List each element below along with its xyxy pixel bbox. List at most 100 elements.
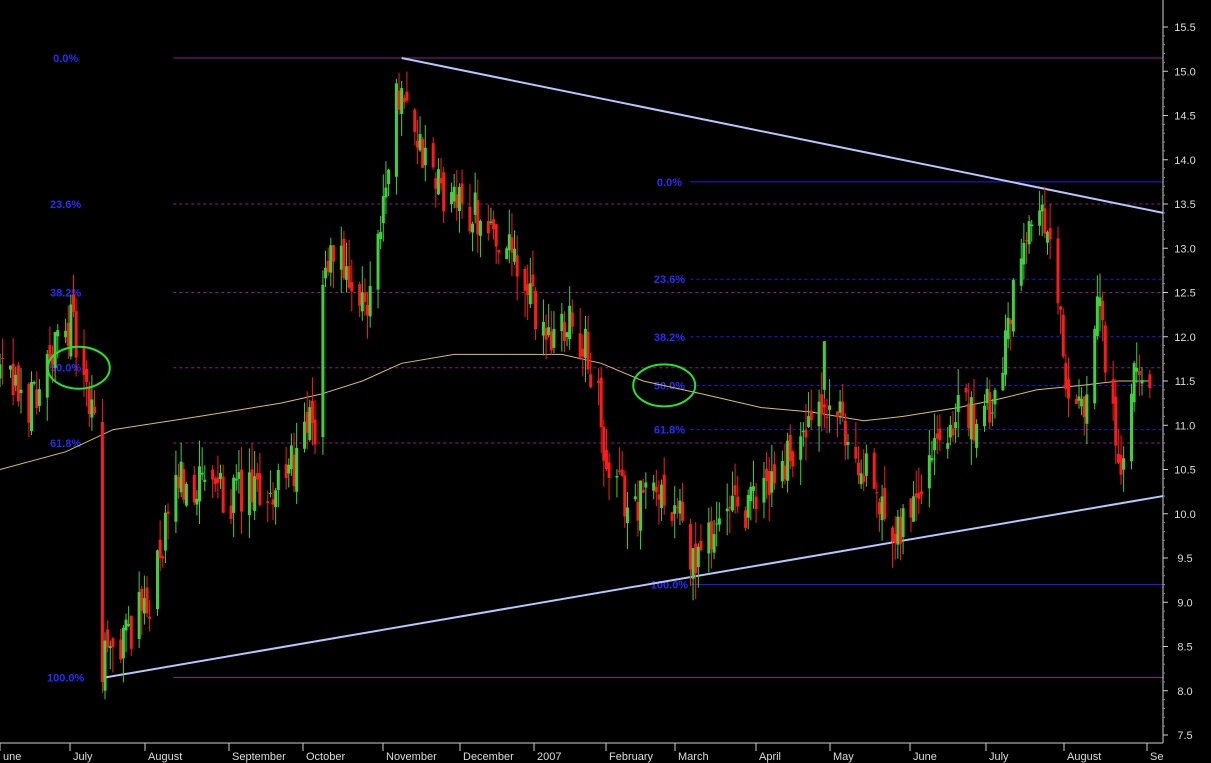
candle-up xyxy=(321,284,325,438)
candle-up xyxy=(880,496,884,521)
candle-up xyxy=(1080,398,1084,407)
candle-up xyxy=(45,354,49,398)
candle-down xyxy=(119,639,123,660)
candle-up xyxy=(982,405,986,427)
candle-up xyxy=(142,598,146,614)
fib-level-label: 23.6% xyxy=(654,274,685,286)
candle-up xyxy=(329,245,333,273)
candle-down xyxy=(597,380,601,383)
candle-down xyxy=(1061,314,1065,357)
candle-up xyxy=(345,266,349,280)
candle-down xyxy=(825,416,829,418)
candle-down xyxy=(166,511,170,514)
candle-up xyxy=(37,389,41,406)
x-tick-label: November xyxy=(386,751,437,763)
candle-down xyxy=(342,238,346,279)
candle-down xyxy=(967,403,971,429)
candle-down xyxy=(1148,374,1152,389)
candle-up xyxy=(513,248,517,262)
candle-up xyxy=(770,471,774,493)
x-tick-label: March xyxy=(678,751,709,763)
candle-down xyxy=(988,392,992,423)
candle-up xyxy=(799,436,803,460)
chart-window: 0.0% 23.6% 38.2% 50.0% 61.8% 100.0% 0.0% 23.6% 3… xyxy=(0,0,1211,763)
candle-down xyxy=(767,470,771,495)
candle-up xyxy=(200,472,204,475)
candle-down xyxy=(938,428,942,441)
candle-up xyxy=(450,192,454,204)
candle-up xyxy=(276,470,280,490)
candle-down xyxy=(492,219,496,230)
y-tick-label: 11.5 xyxy=(1175,376,1196,388)
candle-up xyxy=(1038,210,1042,226)
candle-up xyxy=(64,330,68,338)
candle-down xyxy=(229,505,233,520)
candle-down xyxy=(82,347,86,375)
y-tick-label: 11.0 xyxy=(1175,420,1196,432)
trend-line xyxy=(401,56,1164,214)
candle-down xyxy=(877,502,881,515)
candle-down xyxy=(310,400,314,424)
candle-up xyxy=(822,341,826,390)
candle-down xyxy=(100,421,104,682)
x-tick-label: September xyxy=(232,751,286,763)
candle-up xyxy=(473,192,477,215)
candle-down xyxy=(636,501,640,521)
candle-up xyxy=(751,486,755,491)
candle-down xyxy=(326,260,330,273)
candle-up xyxy=(247,472,251,516)
fib-level-label: 0.0% xyxy=(657,177,682,189)
candle-up xyxy=(1077,396,1081,401)
fib-level-label: 100.0% xyxy=(47,672,85,684)
candle-down xyxy=(765,468,769,481)
x-tick-label: October xyxy=(306,751,345,763)
candle-down xyxy=(1043,208,1047,234)
candle-down xyxy=(862,475,866,482)
candle-down xyxy=(221,476,225,513)
candle-down xyxy=(415,140,419,148)
candle-up xyxy=(174,475,178,522)
y-tick-label: 12.5 xyxy=(1174,288,1195,300)
x-tick-label: Se xyxy=(1150,751,1163,763)
candle-up xyxy=(268,492,272,494)
candle-down xyxy=(788,434,792,462)
candle-down xyxy=(893,533,897,543)
candle-down xyxy=(843,420,847,446)
candle-up xyxy=(560,313,564,332)
candle-down xyxy=(11,363,15,395)
candle-down xyxy=(93,406,97,414)
candle-down xyxy=(699,540,703,551)
candle-up xyxy=(1095,296,1099,337)
candle-up xyxy=(90,399,94,418)
candle-up xyxy=(203,479,207,482)
candle-down xyxy=(363,292,367,302)
x-tick-label: May xyxy=(833,751,854,763)
candle-up xyxy=(507,234,511,251)
trend-line xyxy=(104,495,1164,679)
candle-down xyxy=(549,331,553,351)
candle-up xyxy=(505,248,509,260)
candle-down xyxy=(1059,306,1063,310)
x-tick-label: 2007 xyxy=(537,751,561,763)
candle-down xyxy=(240,469,244,512)
candle-down xyxy=(211,469,215,480)
candle-up xyxy=(864,453,868,476)
candle-up xyxy=(954,422,958,429)
candle-down xyxy=(662,474,666,506)
candle-down xyxy=(74,311,78,358)
y-tick-label: 14.5 xyxy=(1174,111,1195,123)
y-tick-label: 9.0 xyxy=(1177,597,1192,609)
candle-down xyxy=(1116,453,1120,463)
candle-up xyxy=(179,461,183,493)
candle-up xyxy=(565,332,569,338)
x-tick-label: August xyxy=(148,751,182,763)
candle-up xyxy=(0,364,2,379)
candle-up xyxy=(137,592,141,639)
candle-up xyxy=(927,455,931,489)
candle-up xyxy=(387,169,391,185)
candle-down xyxy=(1048,228,1052,240)
candle-up xyxy=(69,304,73,357)
candle-up xyxy=(1135,367,1139,372)
candle-up xyxy=(308,407,312,440)
candle-down xyxy=(872,452,876,489)
